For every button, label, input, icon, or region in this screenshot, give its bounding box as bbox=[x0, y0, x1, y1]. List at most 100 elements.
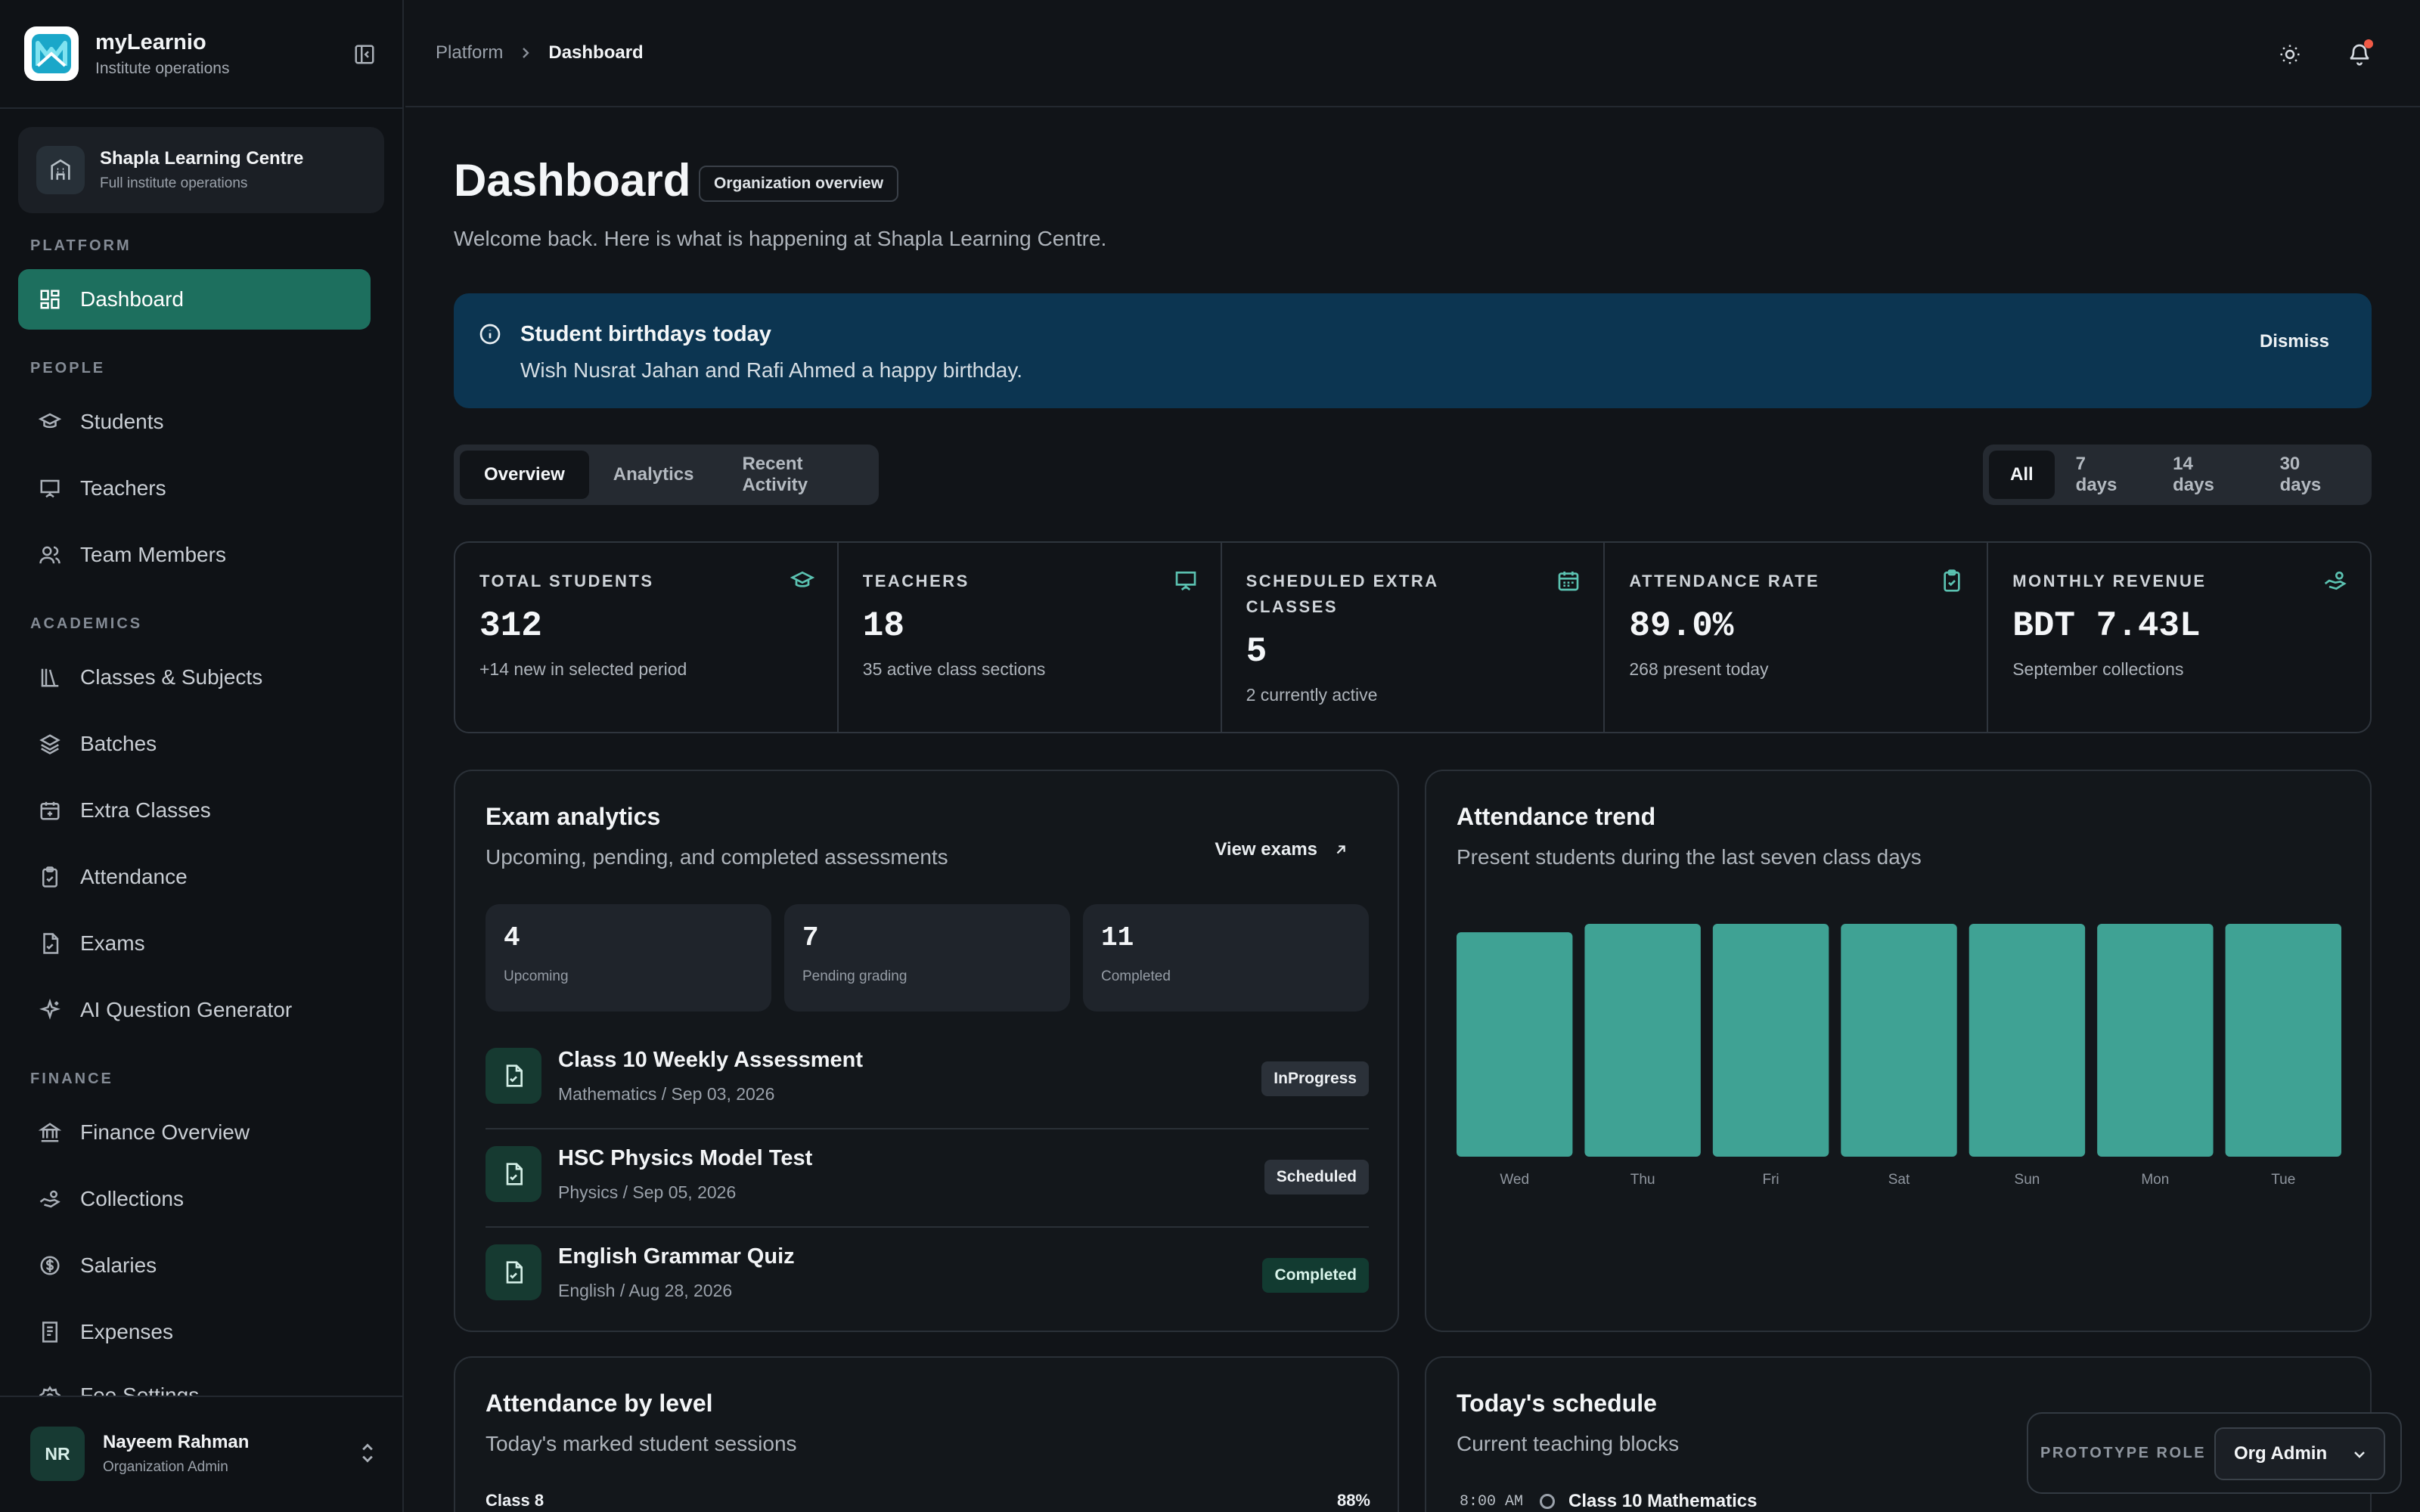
sidebar-item-teachers[interactable]: Teachers bbox=[18, 458, 371, 519]
hand-coins-icon bbox=[2323, 569, 2347, 596]
arrow-up-right-icon bbox=[1336, 845, 1345, 854]
avatar: NR bbox=[30, 1427, 85, 1481]
sidebar-item-label: Batches bbox=[80, 732, 157, 755]
tab-overview[interactable]: Overview bbox=[460, 451, 589, 499]
user-menu[interactable]: NR Nayeem Rahman Organization Admin bbox=[30, 1426, 378, 1482]
sidebar-item-extra-classes[interactable]: Extra Classes bbox=[18, 780, 371, 841]
dollar-circle-icon bbox=[36, 1252, 64, 1279]
x-tick-label: Sat bbox=[1888, 1172, 1910, 1188]
list-item[interactable]: HSC Physics Model Test Physics / Sep 05,… bbox=[486, 1129, 1369, 1228]
brand[interactable]: myLearnio Institute operations bbox=[24, 26, 380, 82]
breadcrumb: Platform Dashboard bbox=[436, 42, 644, 64]
card-subtitle: Today's marked student sessions bbox=[486, 1432, 797, 1455]
topbar: Platform Dashboard bbox=[405, 0, 2420, 107]
birthday-alert: Student birthdays today Wish Nusrat Jaha… bbox=[454, 293, 2372, 408]
exam-meta: Mathematics / Sep 03, 2026 bbox=[558, 1084, 775, 1104]
calendar-icon bbox=[1556, 569, 1581, 596]
level-percent: 88% bbox=[1336, 1491, 1370, 1510]
exam-title: English Grammar Quiz bbox=[558, 1244, 795, 1269]
stats-strip: TOTAL STUDENTS 312 +14 new in selected p… bbox=[454, 541, 2372, 733]
chart-bar-sun[interactable] bbox=[1969, 924, 2086, 1157]
sidebar-item-students[interactable]: Students bbox=[18, 392, 371, 452]
chart-bar-mon[interactable] bbox=[2097, 924, 2214, 1157]
chart-bar-sat[interactable] bbox=[1841, 924, 1957, 1157]
chevrons-up-down-icon bbox=[357, 1439, 378, 1470]
nav-section-platform: PLATFORM bbox=[30, 237, 132, 254]
divider bbox=[0, 1396, 404, 1397]
x-tick-label: Wed bbox=[1500, 1172, 1529, 1188]
mini-label: Pending grading bbox=[802, 968, 908, 984]
file-check-icon bbox=[36, 930, 64, 957]
sidebar-item-fee-settings[interactable]: Fee Settings bbox=[18, 1368, 371, 1396]
exam-meta: English / Aug 28, 2026 bbox=[558, 1281, 733, 1300]
tab-analytics[interactable]: Analytics bbox=[589, 451, 718, 499]
range-all[interactable]: All bbox=[1989, 451, 2055, 499]
sparkles-icon bbox=[36, 996, 64, 1024]
list-item[interactable]: English Grammar Quiz English / Aug 28, 2… bbox=[486, 1228, 1369, 1326]
breadcrumb-platform[interactable]: Platform bbox=[436, 42, 503, 64]
range-30-days[interactable]: 30 days bbox=[2259, 451, 2366, 499]
org-subtitle: Full institute operations bbox=[100, 175, 248, 191]
stat-sub: 35 active class sections bbox=[862, 659, 1046, 679]
dismiss-button[interactable]: Dismiss bbox=[2260, 331, 2329, 352]
sidebar-item-dashboard[interactable]: Dashboard bbox=[18, 269, 371, 330]
schedule-time: 8:00 AM bbox=[1460, 1492, 1524, 1510]
chart-bar-tue[interactable] bbox=[2225, 924, 2341, 1157]
breadcrumb-current: Dashboard bbox=[548, 42, 644, 63]
sidebar-item-expenses[interactable]: Expenses bbox=[18, 1302, 371, 1362]
card-subtitle: Upcoming, pending, and completed assessm… bbox=[486, 845, 948, 869]
sidebar-item-label: Students bbox=[80, 410, 164, 433]
schedule-item[interactable]: 8:00 AM Class 10 Mathematics bbox=[1460, 1491, 1757, 1512]
chart-bar-fri[interactable] bbox=[1712, 924, 1829, 1157]
mini-label: Completed bbox=[1101, 968, 1171, 984]
sidebar-item-ai-question-generator[interactable]: AI Question Generator bbox=[18, 980, 371, 1040]
range-7-days[interactable]: 7 days bbox=[2055, 451, 2152, 499]
card-title: Attendance by level bbox=[486, 1390, 713, 1417]
sidebar-item-collections[interactable]: Collections bbox=[18, 1169, 371, 1229]
bank-icon bbox=[36, 1119, 64, 1146]
view-exams-link[interactable]: View exams bbox=[1215, 839, 1349, 860]
sidebar-item-label: Expenses bbox=[80, 1320, 173, 1343]
attendance-bar-chart: Wed Thu Fri Sat Sun Mon Tue bbox=[1457, 924, 2341, 1188]
notification-dot bbox=[2364, 39, 2373, 48]
status-badge: Scheduled bbox=[1264, 1160, 1369, 1194]
chart-bar-wed[interactable] bbox=[1457, 932, 1573, 1157]
info-icon bbox=[478, 322, 502, 350]
nav-section-people: PEOPLE bbox=[30, 360, 106, 376]
sidebar-collapse-icon[interactable] bbox=[349, 39, 380, 70]
sidebar-item-salaries[interactable]: Salaries bbox=[18, 1235, 371, 1296]
sidebar-item-exams[interactable]: Exams bbox=[18, 913, 371, 974]
notifications-bell-icon[interactable] bbox=[2343, 38, 2376, 71]
list-item[interactable]: Class 10 Weekly Assessment Mathematics /… bbox=[486, 1031, 1369, 1129]
stat-value: 5 bbox=[1246, 632, 1267, 671]
nav-section-academics: ACADEMICS bbox=[30, 615, 143, 632]
stat-attendance-rate: ATTENDANCE RATE 89.0% 268 present today bbox=[1605, 543, 1989, 732]
sidebar-item-classes-subjects[interactable]: Classes & Subjects bbox=[18, 647, 371, 708]
status-badge: Completed bbox=[1262, 1258, 1369, 1293]
sidebar-item-label: Dashboard bbox=[80, 287, 184, 311]
sidebar-item-label: Salaries bbox=[80, 1253, 157, 1277]
sidebar-item-team-members[interactable]: Team Members bbox=[18, 525, 371, 585]
nav-section-finance: FINANCE bbox=[30, 1070, 113, 1087]
org-switcher[interactable]: Shapla Learning Centre Full institute op… bbox=[18, 127, 384, 213]
page-title: Dashboard bbox=[454, 155, 691, 206]
welcome-text: Welcome back. Here is what is happening … bbox=[454, 227, 1107, 250]
x-tick-label: Mon bbox=[2141, 1172, 2169, 1188]
prototype-role-switcher: PROTOTYPE ROLE Org Admin bbox=[2027, 1412, 2402, 1494]
sidebar-item-attendance[interactable]: Attendance bbox=[18, 847, 371, 907]
sidebar-item-label: Classes & Subjects bbox=[80, 665, 263, 689]
exam-meta: Physics / Sep 05, 2026 bbox=[558, 1182, 737, 1202]
role-select[interactable]: Org Admin bbox=[2214, 1427, 2385, 1480]
x-tick-label: Sun bbox=[2015, 1172, 2040, 1188]
range-14-days[interactable]: 14 days bbox=[2152, 451, 2258, 499]
tab-recent-activity[interactable]: Recent Activity bbox=[718, 451, 873, 499]
card-title: Exam analytics bbox=[486, 803, 661, 830]
theme-toggle-sun-icon[interactable] bbox=[2273, 38, 2307, 71]
chart-bar-thu[interactable] bbox=[1584, 924, 1701, 1157]
mini-value: 7 bbox=[802, 922, 819, 953]
exam-summary-pending: 7 Pending grading bbox=[784, 904, 1070, 1012]
stat-value: 18 bbox=[862, 606, 905, 646]
stat-label: TEACHERS bbox=[862, 572, 970, 590]
sidebar-item-batches[interactable]: Batches bbox=[18, 714, 371, 774]
sidebar-item-finance-overview[interactable]: Finance Overview bbox=[18, 1102, 371, 1163]
